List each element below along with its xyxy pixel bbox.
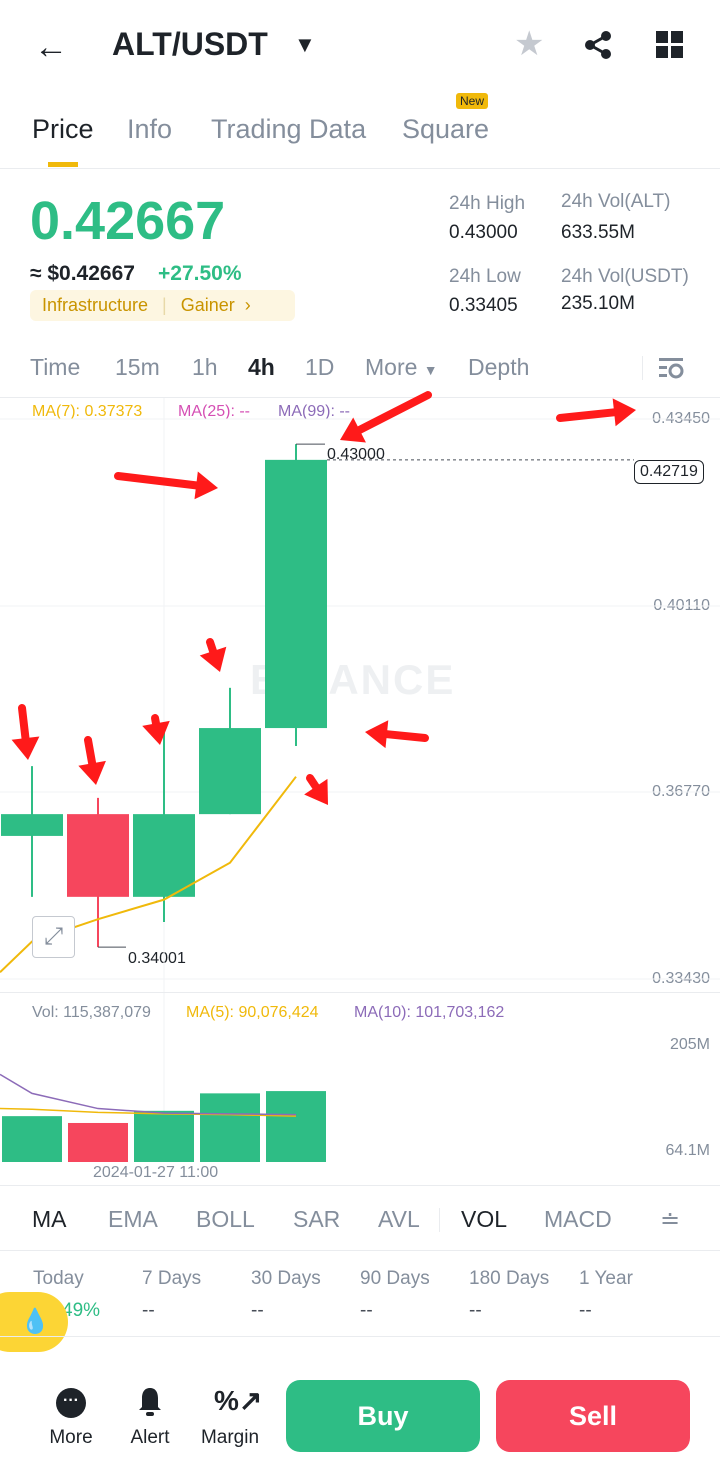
candle-body (265, 459, 327, 729)
period-value: -- (469, 1300, 482, 1321)
divider (0, 1250, 720, 1251)
divider (439, 1208, 440, 1232)
period-label: 1 Year (579, 1268, 633, 1289)
annotation-arrowhead (11, 736, 40, 760)
volume-bar (200, 1093, 260, 1162)
annotation-arrowhead (365, 720, 389, 749)
more-button[interactable]: More (31, 1427, 111, 1449)
x-time-label: 2024-01-27 11:00 (93, 1164, 219, 1181)
annotation-arrow (306, 774, 320, 791)
vol-ma10-legend: MA(10): 101,703,162 (354, 1004, 505, 1021)
vol-legend: Vol: 115,387,079 (32, 1004, 151, 1021)
divider (0, 1336, 720, 1337)
alert-button[interactable]: Alert (110, 1427, 190, 1449)
annotation-arrow (114, 472, 201, 490)
annotation-arrowhead (142, 720, 170, 745)
ind-boll[interactable]: BOLL (196, 1206, 255, 1233)
margin-button[interactable]: Margin (190, 1427, 270, 1449)
more-dots-icon[interactable]: ··· (56, 1388, 86, 1418)
annotation-arrow (151, 714, 160, 728)
annotation-arrow (18, 704, 30, 743)
period-value: -- (251, 1300, 264, 1321)
period-value: -- (142, 1300, 155, 1321)
candle-body (199, 728, 261, 815)
volume-bar (2, 1116, 62, 1162)
volume-tick: 205M (669, 1036, 710, 1053)
annotation-arrow (84, 736, 97, 768)
annotation-arrow (556, 408, 619, 422)
period-label: 90 Days (360, 1268, 430, 1289)
divider (0, 1185, 720, 1186)
bell-icon[interactable] (137, 1386, 163, 1418)
candle-body (133, 814, 195, 897)
ind-sar[interactable]: SAR (293, 1206, 340, 1233)
annotation-arrowhead (78, 760, 106, 785)
ind-avl[interactable]: AVL (378, 1206, 420, 1233)
volume-bar (134, 1110, 194, 1162)
candle-body (67, 814, 129, 897)
period-value: -- (579, 1300, 592, 1321)
indicator-settings-icon[interactable]: ≐ (660, 1206, 680, 1235)
volume-bar (266, 1091, 326, 1162)
margin-percent-icon[interactable]: %↗ (214, 1384, 262, 1417)
ind-vol[interactable]: VOL (461, 1206, 507, 1233)
fire-float-button[interactable]: 💧 (0, 1292, 68, 1352)
vol-ma5-legend: MA(5): 90,076,424 (186, 1004, 319, 1021)
ind-ma[interactable]: MA (32, 1206, 67, 1233)
period-label: Today (33, 1268, 84, 1289)
ind-ema[interactable]: EMA (108, 1206, 158, 1233)
period-label: 30 Days (251, 1268, 321, 1289)
annotation-arrow (355, 391, 432, 434)
divider (0, 992, 720, 993)
period-value: -- (360, 1300, 373, 1321)
volume-tick: 64.1M (665, 1142, 710, 1159)
annotation-arrow (382, 730, 429, 742)
sell-button[interactable]: Sell (496, 1380, 690, 1452)
annotation-arrowhead (194, 471, 218, 500)
period-label: 180 Days (469, 1268, 550, 1289)
annotation-arrow (206, 638, 218, 656)
annotation-arrowhead (612, 398, 636, 427)
candle-body (1, 814, 63, 836)
period-label: 7 Days (142, 1268, 202, 1289)
volume-bar (68, 1122, 128, 1162)
expand-icon[interactable]: ⤢ (32, 916, 75, 958)
buy-button[interactable]: Buy (286, 1380, 480, 1452)
ind-macd[interactable]: MACD (544, 1206, 612, 1233)
flame-icon: 💧 (20, 1308, 50, 1335)
